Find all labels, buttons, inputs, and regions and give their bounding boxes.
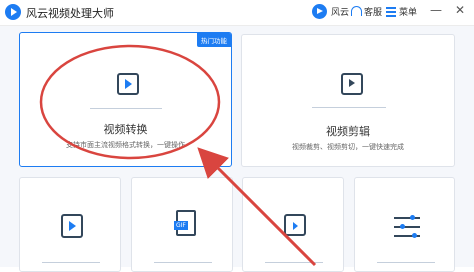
bottom-underline (265, 262, 323, 263)
card-bottom-3[interactable] (242, 177, 344, 272)
main-area: 热门功能 视频转换 支持市面主流视频格式转换，一键操作 视频剪辑 视频裁剪、视频… (0, 26, 474, 272)
close-button[interactable]: ✕ (455, 3, 465, 17)
convert-icon (117, 73, 139, 95)
account-label[interactable]: 风云 (331, 5, 349, 18)
sliders-icon (394, 214, 420, 240)
card-video-convert[interactable]: 热门功能 视频转换 支持市面主流视频格式转换，一键操作 (19, 32, 232, 167)
video-player-icon (61, 214, 83, 238)
bottom-underline (42, 262, 100, 263)
bottom-underline (154, 262, 212, 263)
service-label[interactable]: 客服 (364, 5, 382, 18)
card-bottom-2[interactable]: GIF (131, 177, 233, 272)
gif-file-icon: GIF (174, 210, 196, 236)
bottom-underline (377, 262, 435, 263)
image-crop-icon (284, 214, 306, 236)
card-bottom-1[interactable] (19, 177, 121, 272)
card-desc: 支持市面主流视频格式转换，一键操作 (66, 141, 185, 149)
menu-label[interactable]: 菜单 (399, 5, 417, 18)
card-bottom-4[interactable] (354, 177, 455, 272)
card-title: 视频转换 (103, 123, 148, 136)
menu-icon[interactable] (386, 7, 396, 17)
hot-badge: 热门功能 (197, 33, 231, 47)
headset-icon[interactable] (351, 6, 362, 16)
card-desc: 视频裁剪、视频剪切，一键快速完成 (292, 143, 404, 151)
edit-underline (312, 107, 386, 108)
card-video-edit[interactable]: 视频剪辑 视频裁剪、视频剪切，一键快速完成 (241, 34, 455, 167)
account-avatar-icon[interactable] (312, 4, 327, 19)
minimize-button[interactable]: — (430, 3, 442, 17)
title-bar: 风云视频处理大师 风云 客服 菜单 — ✕ (0, 0, 474, 26)
app-title: 风云视频处理大师 (26, 7, 114, 20)
card-title: 视频剪辑 (326, 125, 370, 138)
app-logo-icon (5, 4, 21, 20)
convert-underline (90, 108, 162, 109)
crop-icon (341, 73, 363, 95)
